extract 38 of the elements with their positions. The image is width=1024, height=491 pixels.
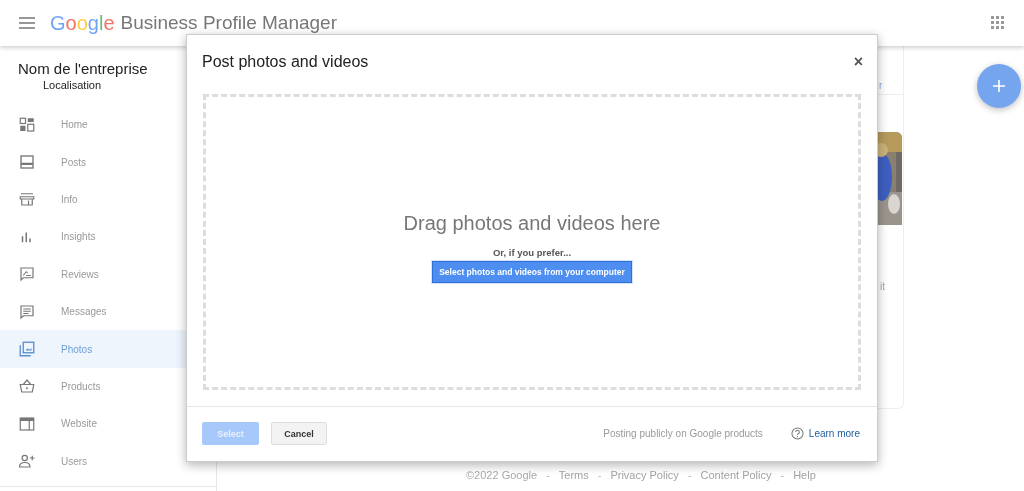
home-icon <box>18 115 36 134</box>
add-button[interactable] <box>977 64 1021 108</box>
website-icon <box>18 414 36 433</box>
copyright-text: ©2022 Google <box>466 469 538 481</box>
plus-icon <box>993 80 1005 92</box>
apps-grid-icon[interactable] <box>991 16 1005 30</box>
menu-icon[interactable] <box>19 17 35 29</box>
footer-link[interactable]: Terms <box>558 469 589 481</box>
footer-link[interactable]: Privacy Policy <box>610 469 679 481</box>
drop-instructions: Drag photos and videos here <box>403 211 661 235</box>
products-icon <box>18 377 36 396</box>
footer-separator: - <box>687 469 692 481</box>
posts-icon <box>18 153 36 172</box>
users-icon <box>18 452 36 471</box>
business-location: Localisation <box>43 79 103 91</box>
footer-separator: - <box>546 469 550 481</box>
reviews-icon <box>18 265 36 284</box>
photos-icon <box>18 340 36 359</box>
app-title: Business Profile Manager <box>120 12 337 34</box>
help-icon <box>790 427 804 440</box>
info-icon <box>18 190 36 209</box>
cancel-button[interactable]: Cancel <box>271 422 327 445</box>
close-button[interactable]: × <box>853 53 863 71</box>
text-fragment: it <box>880 281 885 292</box>
link-fragment[interactable]: r <box>879 80 883 91</box>
dialog-title: Post photos and videos <box>202 53 369 71</box>
google-logo: Google <box>50 11 115 35</box>
drop-zone[interactable]: Drag photos and videos here Or, if you prefer... Select photos and videos from your computer <box>203 94 861 390</box>
footer-separator: - <box>780 469 785 481</box>
posting-notice: Posting publicly on Google products <box>603 428 763 439</box>
messages-icon <box>18 302 36 321</box>
select-from-computer-button[interactable]: Select photos and videos from your computer <box>432 260 632 283</box>
alternative-text: Or, if you prefer... <box>492 246 572 258</box>
footer-link[interactable]: Content Policy <box>700 469 772 481</box>
footer-separator: - <box>597 469 602 481</box>
sidebar-item[interactable]: Users <box>0 442 216 480</box>
learn-more-link[interactable]: Learn more <box>808 428 860 439</box>
footer-link[interactable]: Help <box>793 469 816 481</box>
